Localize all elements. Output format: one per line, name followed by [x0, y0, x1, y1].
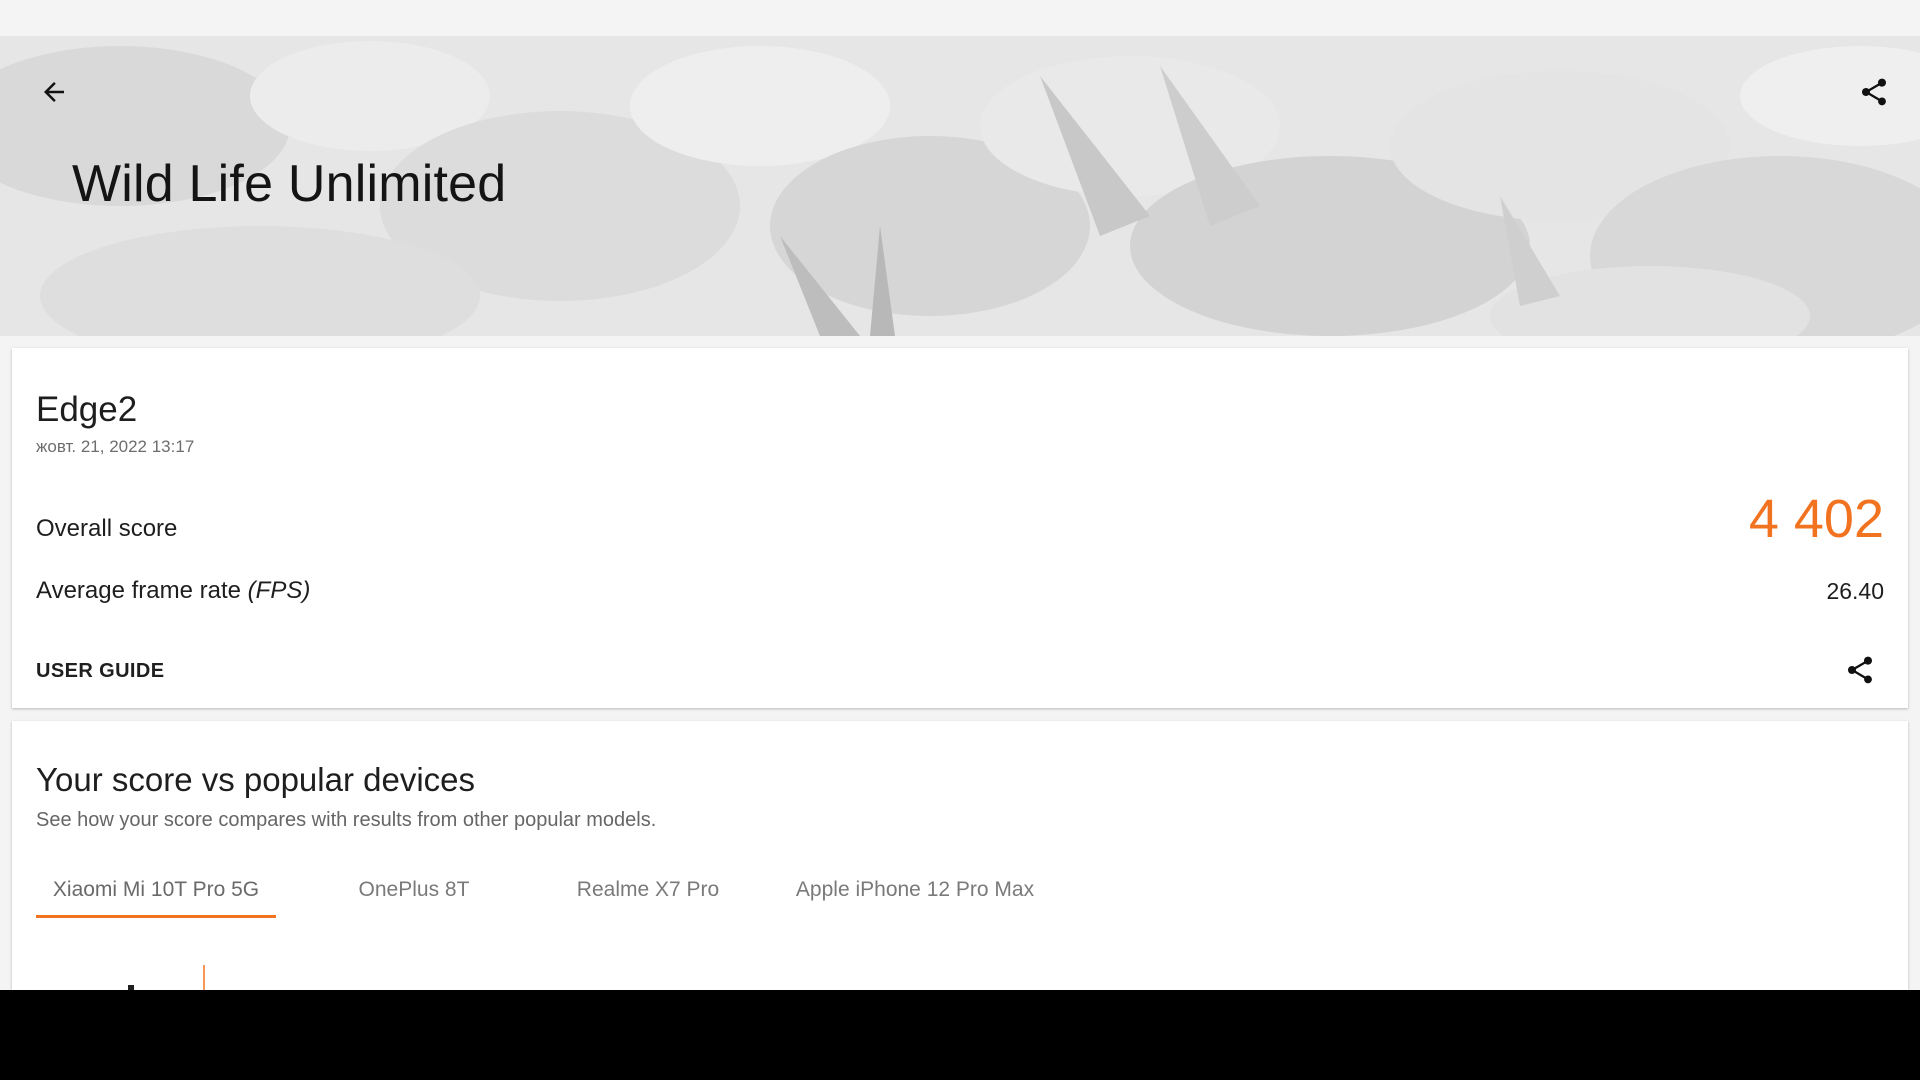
overall-score-value: 4 402: [1748, 489, 1884, 549]
comparison-card: Your score vs popular devices See how yo…: [12, 721, 1908, 1021]
average-frame-rate-value: 26.40: [1826, 578, 1884, 604]
average-frame-rate-label: Average frame rate (FPS): [36, 577, 310, 605]
system-navigation-bar: [0, 990, 1920, 1080]
overall-score-label: Overall score: [36, 515, 178, 542]
tab-realme-x7-pro[interactable]: Realme X7 Pro: [548, 861, 748, 919]
user-guide-button[interactable]: USER GUIDE: [36, 660, 164, 683]
fps-unit-label: (FPS): [247, 577, 311, 604]
tab-oneplus-8t[interactable]: OnePlus 8T: [314, 861, 514, 919]
share-result-button[interactable]: [1834, 644, 1886, 696]
tab-apple-iphone-12-pro-max[interactable]: Apple iPhone 12 Pro Max: [780, 861, 1050, 919]
comparison-subtitle: See how your score compares with results…: [36, 809, 657, 831]
result-date: жовт. 21, 2022 13:17: [36, 437, 195, 456]
active-tab-indicator: [36, 915, 276, 918]
status-bar: [0, 0, 1920, 36]
arrow-back-icon: [44, 82, 64, 102]
device-name: Edge2: [36, 390, 138, 429]
tab-xiaomi-mi-10t-pro-5g[interactable]: Xiaomi Mi 10T Pro 5G: [36, 861, 276, 919]
comparison-title: Your score vs popular devices: [36, 761, 476, 798]
back-button[interactable]: [28, 66, 80, 118]
header-banner: Wild Life Unlimited: [0, 36, 1920, 336]
page-title: Wild Life Unlimited: [72, 155, 507, 213]
fps-label-text: Average frame rate: [36, 577, 241, 604]
app-screen: Wild Life Unlimited Edge2 жовт. 21, 2022…: [0, 0, 1920, 1080]
share-icon: [1862, 78, 1886, 106]
share-icon: [1848, 656, 1872, 684]
result-card: Edge2 жовт. 21, 2022 13:17 Overall score…: [12, 348, 1908, 708]
share-button-header[interactable]: [1848, 66, 1900, 118]
